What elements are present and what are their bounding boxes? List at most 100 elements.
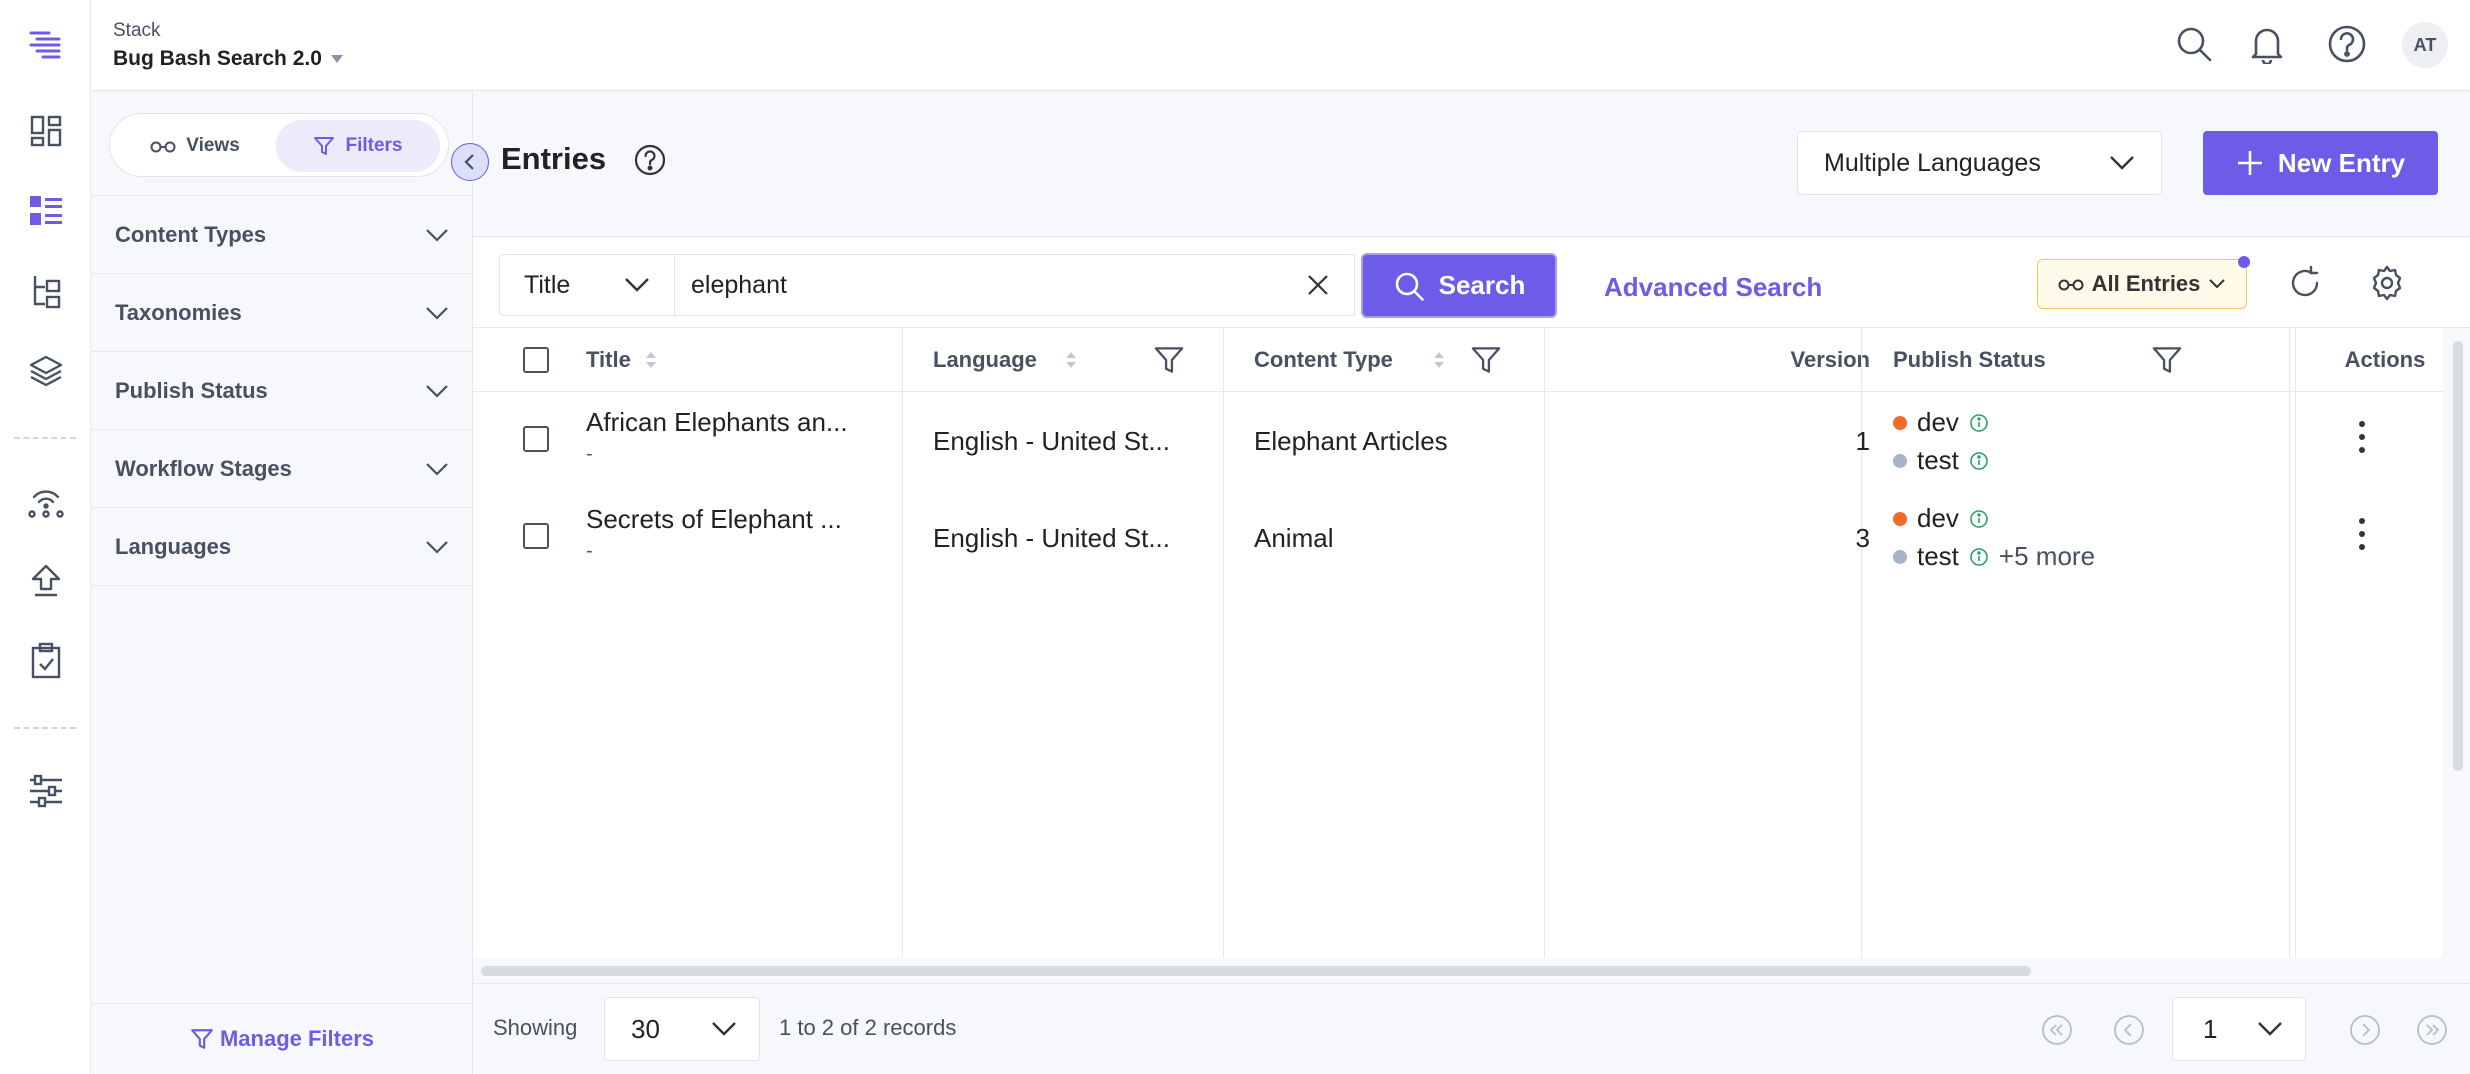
funnel-icon: [191, 1029, 213, 1049]
left-nav-rail: [0, 0, 91, 1074]
column-publish-status[interactable]: Publish Status: [1893, 328, 2193, 392]
rail-divider: [14, 727, 76, 729]
column-filter-icon[interactable]: [2151, 344, 2183, 376]
info-icon[interactable]: [1969, 547, 1989, 567]
column-filter-icon[interactable]: [1470, 344, 1502, 376]
entry-title[interactable]: Secrets of Elephant ...: [586, 504, 842, 535]
publish-status-dev: dev: [1893, 407, 1989, 438]
manage-filters-link[interactable]: Manage Filters: [91, 1003, 473, 1074]
page-number-select[interactable]: 1: [2172, 997, 2306, 1061]
facet-label: Languages: [115, 533, 232, 559]
content-models-icon[interactable]: [25, 270, 67, 312]
funnel-icon: [314, 137, 335, 155]
column-publish-status-label: Publish Status: [1893, 346, 2046, 372]
column-content-type[interactable]: Content Type: [1254, 328, 1534, 392]
entry-title[interactable]: African Elephants an...: [586, 407, 848, 438]
info-icon[interactable]: [1969, 451, 1989, 471]
row-actions-kebab-icon[interactable]: [2358, 517, 2366, 551]
pagination-footer: Showing 30 1 to 2 of 2 records 1: [473, 983, 2470, 1074]
user-avatar[interactable]: AT: [2402, 22, 2448, 68]
gear-icon[interactable]: [2369, 265, 2405, 301]
collapse-panel-button[interactable]: [451, 143, 489, 181]
filters-tab[interactable]: Filters: [276, 120, 440, 172]
column-version-label: Version: [1790, 346, 1870, 372]
sort-icon: [1433, 351, 1444, 368]
tasks-clipboard-icon[interactable]: [25, 640, 67, 682]
chevron-down-icon: [426, 540, 448, 554]
all-entries-view-select[interactable]: All Entries: [2037, 256, 2250, 309]
vertical-scrollbar[interactable]: [2453, 341, 2463, 771]
glasses-icon: [150, 141, 176, 153]
status-dot: [1893, 453, 1907, 468]
status-dot: [1893, 415, 1907, 430]
env-name: dev: [1917, 503, 1959, 533]
new-entry-button[interactable]: New Entry: [2203, 131, 2438, 195]
search-button[interactable]: Search: [1361, 253, 1557, 318]
search-field-select[interactable]: Title: [499, 254, 675, 316]
search-input[interactable]: elephant: [675, 254, 1355, 316]
help-circle-icon[interactable]: [633, 143, 667, 177]
facet-taxonomies[interactable]: Taxonomies: [91, 274, 473, 352]
row-actions-kebab-icon[interactable]: [2358, 420, 2366, 454]
facet-content-types[interactable]: Content Types: [91, 196, 473, 274]
help-icon[interactable]: [2327, 24, 2367, 64]
facet-label: Workflow Stages: [115, 455, 292, 481]
first-page-icon[interactable]: [2041, 1014, 2073, 1046]
facet-languages[interactable]: Languages: [91, 508, 473, 586]
status-dot: [1893, 549, 1907, 564]
chevron-down-icon: [625, 278, 649, 292]
entry-version: 1: [1855, 426, 1870, 456]
next-page-icon[interactable]: [2349, 1014, 2381, 1046]
notifications-bell-icon[interactable]: [2247, 24, 2287, 64]
info-icon[interactable]: [1969, 509, 1989, 529]
row-checkbox[interactable]: [523, 426, 549, 452]
chevron-down-icon: [426, 306, 448, 320]
settings-sliders-icon[interactable]: [25, 770, 67, 812]
entry-language: English - United St...: [933, 523, 1170, 553]
stack-logo-icon[interactable]: [25, 24, 67, 66]
search-icon[interactable]: [2174, 24, 2214, 64]
entry-subtitle: -: [586, 443, 593, 465]
column-filter-icon[interactable]: [1153, 344, 1185, 376]
stack-switcher[interactable]: Bug Bash Search 2.0: [113, 47, 344, 71]
clear-icon[interactable]: [1306, 273, 1330, 297]
chevron-down-icon: [426, 462, 448, 476]
column-version: Version: [1575, 328, 1870, 392]
publish-status-test: test +5 more: [1893, 541, 2095, 572]
column-actions-label: Actions: [2344, 346, 2426, 372]
entries-icon[interactable]: [25, 190, 67, 232]
env-name: dev: [1917, 407, 1959, 437]
last-page-icon[interactable]: [2416, 1014, 2448, 1046]
publish-queue-icon[interactable]: [25, 560, 67, 602]
entry-subtitle: -: [586, 540, 593, 562]
chevron-down-icon: [2110, 156, 2134, 170]
search-field-value: Title: [524, 270, 571, 299]
previous-page-icon[interactable]: [2113, 1014, 2145, 1046]
info-icon[interactable]: [1969, 413, 1989, 433]
more-environments-link[interactable]: +5 more: [1999, 541, 2095, 572]
horizontal-scrollbar[interactable]: [481, 966, 2031, 976]
per-page-value: 30: [631, 1013, 660, 1044]
dashboard-icon[interactable]: [25, 110, 67, 152]
chevron-down-icon: [712, 1022, 736, 1036]
language-select-value: Multiple Languages: [1824, 148, 2041, 177]
page-title: Entries: [501, 141, 607, 176]
refresh-icon[interactable]: [2287, 265, 2323, 301]
per-page-select[interactable]: 30: [604, 997, 760, 1061]
column-title[interactable]: Title: [586, 328, 786, 392]
plus-icon: [2237, 151, 2262, 175]
views-tab[interactable]: Views: [120, 120, 270, 172]
facet-workflow-stages[interactable]: Workflow Stages: [91, 430, 473, 508]
language-select[interactable]: Multiple Languages: [1797, 131, 2162, 195]
env-name: test: [1917, 445, 1959, 475]
page-number-value: 1: [2203, 1013, 2218, 1044]
chevron-down-icon: [2258, 1022, 2282, 1036]
facet-publish-status[interactable]: Publish Status: [91, 352, 473, 430]
select-all-checkbox[interactable]: [523, 347, 549, 373]
row-checkbox[interactable]: [523, 523, 549, 549]
advanced-search-link[interactable]: Advanced Search: [1604, 272, 1822, 303]
assets-layers-icon[interactable]: [25, 350, 67, 392]
column-language[interactable]: Language: [933, 328, 1213, 392]
webhooks-icon[interactable]: [25, 480, 67, 522]
caret-down-icon: [330, 55, 343, 63]
